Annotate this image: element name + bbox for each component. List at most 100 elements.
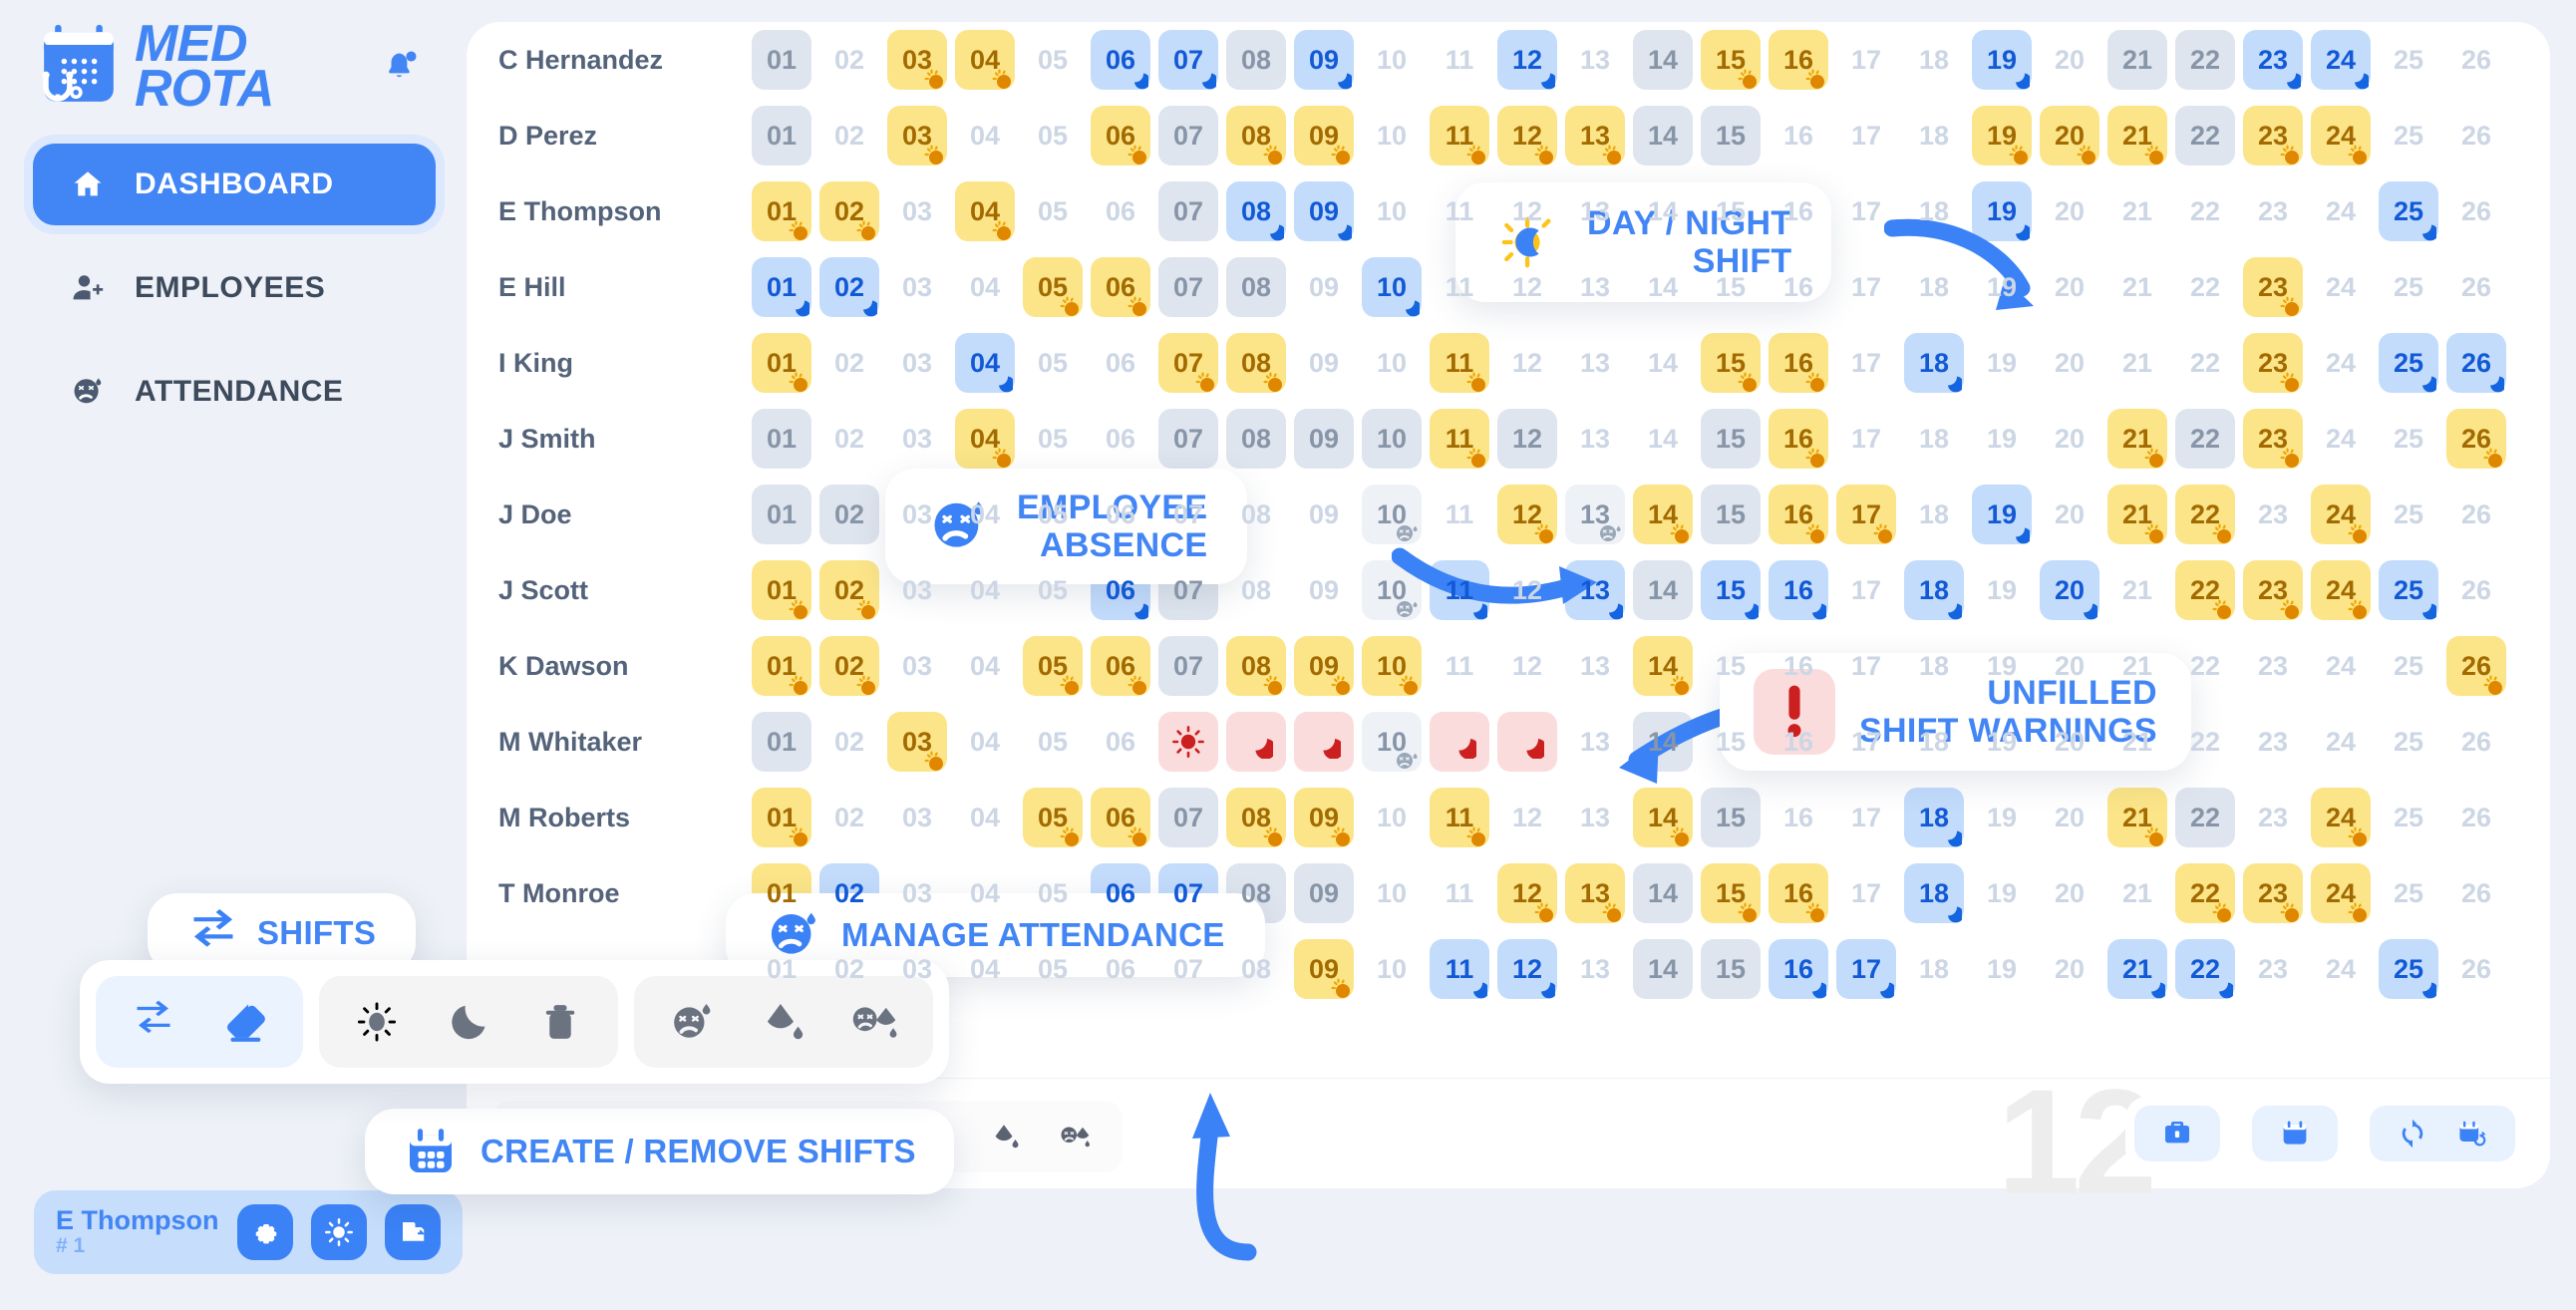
shift-cell-empty[interactable]: 25 xyxy=(2379,30,2438,90)
shift-cell-empty[interactable]: 18 xyxy=(1904,485,1964,544)
shift-cell-empty[interactable]: 20 xyxy=(2040,788,2099,847)
shift-cell-empty[interactable]: 04 xyxy=(955,636,1015,696)
shift-cell-unassigned[interactable]: 22 xyxy=(2175,409,2235,469)
shift-cell-empty[interactable]: 14 xyxy=(1633,333,1693,393)
shift-cell-empty[interactable]: 12 xyxy=(1497,560,1557,620)
shift-cell-night[interactable]: 25 xyxy=(2379,181,2438,241)
shift-cell-day[interactable]: 09 xyxy=(1294,106,1354,165)
shift-cell-empty[interactable]: 22 xyxy=(2175,257,2235,317)
shift-cell-unassigned[interactable]: 07 xyxy=(1158,106,1218,165)
shift-cell-unassigned[interactable]: 02 xyxy=(819,485,879,544)
shift-cell-unassigned[interactable]: 14 xyxy=(1633,106,1693,165)
app-logo[interactable]: MED ROTA xyxy=(33,18,274,115)
shift-cell-empty[interactable]: 24 xyxy=(2311,939,2371,999)
shift-cell-empty[interactable]: 17 xyxy=(1836,560,1896,620)
shift-cell-unassigned[interactable]: 14 xyxy=(1633,560,1693,620)
shift-cell-day[interactable]: 01 xyxy=(752,788,811,847)
shift-cell-empty[interactable]: 20 xyxy=(2040,333,2099,393)
shift-cell-empty[interactable]: 12 xyxy=(1497,333,1557,393)
shift-cell-day[interactable]: 04 xyxy=(955,409,1015,469)
shift-cell-empty[interactable]: 26 xyxy=(2446,863,2506,923)
table-row[interactable]: M Whitaker 01 02 03 04 05 06 10 13 14 15 16 17 18 19 20… xyxy=(467,704,2550,780)
shift-cell-empty[interactable]: 10 xyxy=(1362,181,1422,241)
shift-cell-empty[interactable]: 25 xyxy=(2379,106,2438,165)
shift-cell-day[interactable]: 03 xyxy=(887,30,947,90)
shift-cell-unassigned[interactable]: 01 xyxy=(752,30,811,90)
drop-icon[interactable] xyxy=(975,1111,1037,1162)
shift-cell-day[interactable]: 06 xyxy=(1091,257,1150,317)
shift-cell-day[interactable]: 01 xyxy=(752,636,811,696)
shift-cell-empty[interactable]: 25 xyxy=(2379,636,2438,696)
shift-cell-empty[interactable]: 06 xyxy=(1091,181,1150,241)
shift-cell-empty[interactable]: 10 xyxy=(1362,106,1422,165)
shift-cell-night[interactable]: 18 xyxy=(1904,863,1964,923)
shift-cell-empty[interactable]: 23 xyxy=(2243,712,2303,772)
shift-cell-unassigned[interactable]: 14 xyxy=(1633,863,1693,923)
shift-cell-day[interactable]: 21 xyxy=(2107,409,2167,469)
shift-cell-empty[interactable]: 13 xyxy=(1565,333,1625,393)
shift-cell-empty[interactable]: 19 xyxy=(1972,939,2032,999)
shift-cell-day[interactable]: 11 xyxy=(1430,409,1489,469)
shift-cell-night[interactable]: 09 xyxy=(1294,181,1354,241)
shift-cell-day[interactable]: 01 xyxy=(752,181,811,241)
shift-cell-night[interactable]: 19 xyxy=(1972,30,2032,90)
shift-cell-empty[interactable]: 19 xyxy=(1972,560,2032,620)
shift-cell-empty[interactable]: 05 xyxy=(1023,409,1083,469)
shift-cell-day[interactable]: 08 xyxy=(1226,106,1286,165)
shift-cell-empty[interactable]: 26 xyxy=(2446,939,2506,999)
shift-cell-day[interactable]: 24 xyxy=(2311,106,2371,165)
shift-cell-empty[interactable]: 26 xyxy=(2446,712,2506,772)
shift-cell-empty[interactable]: 04 xyxy=(955,788,1015,847)
shift-cell-night[interactable]: 19 xyxy=(1972,181,2032,241)
shift-cell-day[interactable]: 05 xyxy=(1023,636,1083,696)
shift-cell-unassigned[interactable]: 14 xyxy=(1633,30,1693,90)
shift-cell-unassigned[interactable]: 07 xyxy=(1158,257,1218,317)
shift-cell-day[interactable]: 05 xyxy=(1023,788,1083,847)
shift-cell-night[interactable]: 08 xyxy=(1226,181,1286,241)
shift-cell-day[interactable]: 16 xyxy=(1769,333,1828,393)
shift-cell-empty[interactable]: 05 xyxy=(1023,30,1083,90)
shift-cell-empty[interactable]: 02 xyxy=(819,409,879,469)
shift-cell-empty[interactable]: 04 xyxy=(955,712,1015,772)
shift-cell-day[interactable]: 14 xyxy=(1633,485,1693,544)
drop-icon[interactable] xyxy=(738,986,829,1058)
shift-cell-empty[interactable]: 17 xyxy=(1836,409,1896,469)
shift-cell-day[interactable]: 06 xyxy=(1091,636,1150,696)
shift-cell-day[interactable]: 24 xyxy=(2311,863,2371,923)
shift-cell-night[interactable]: 25 xyxy=(2379,939,2438,999)
shift-cell-day[interactable]: 16 xyxy=(1769,30,1828,90)
shift-cell-day[interactable]: 16 xyxy=(1769,409,1828,469)
shift-cell-empty[interactable]: 12 xyxy=(1497,788,1557,847)
shift-cell-empty[interactable]: 10 xyxy=(1362,30,1422,90)
shift-cell-day[interactable]: 09 xyxy=(1294,788,1354,847)
shift-cell-night[interactable]: 01 xyxy=(752,257,811,317)
shift-cell-empty[interactable]: 10 xyxy=(1362,788,1422,847)
shift-cell-night[interactable]: 07 xyxy=(1158,30,1218,90)
moon-icon[interactable] xyxy=(423,986,514,1058)
shift-cell-day[interactable]: 13 xyxy=(1565,106,1625,165)
shift-cell-empty[interactable]: 06 xyxy=(1091,409,1150,469)
shift-cell-unassigned[interactable]: 15 xyxy=(1701,106,1761,165)
shift-cell-empty[interactable]: 11 xyxy=(1430,636,1489,696)
shift-cell-day[interactable]: 03 xyxy=(887,712,947,772)
user-card[interactable]: E Thompson # 1 xyxy=(34,1190,463,1274)
shift-cell-unfilled-night[interactable] xyxy=(1294,712,1354,772)
shift-cell-empty[interactable]: 26 xyxy=(2446,788,2506,847)
shift-cell-day[interactable]: 23 xyxy=(2243,863,2303,923)
shift-cell-empty[interactable]: 05 xyxy=(1023,712,1083,772)
shift-cell-day[interactable]: 06 xyxy=(1091,106,1150,165)
shift-cell-night[interactable]: 25 xyxy=(2379,560,2438,620)
shift-cell-day[interactable]: 02 xyxy=(819,560,879,620)
shift-cell-unfilled-night[interactable] xyxy=(1430,712,1489,772)
shift-cell-unassigned[interactable]: 08 xyxy=(1226,257,1286,317)
shift-cell-empty[interactable]: 19 xyxy=(1972,257,2032,317)
shift-cell-empty[interactable]: 02 xyxy=(819,333,879,393)
shift-cell-empty[interactable]: 11 xyxy=(1430,485,1489,544)
eraser-icon[interactable] xyxy=(199,986,291,1058)
shift-cell-day[interactable]: 05 xyxy=(1023,257,1083,317)
shift-cell-empty[interactable]: 17 xyxy=(1836,181,1896,241)
shift-cell-night[interactable]: 09 xyxy=(1294,30,1354,90)
shift-cell-empty[interactable]: 11 xyxy=(1430,863,1489,923)
shift-cell-empty[interactable]: 10 xyxy=(1362,939,1422,999)
shift-cell-night[interactable]: 10 xyxy=(1362,257,1422,317)
